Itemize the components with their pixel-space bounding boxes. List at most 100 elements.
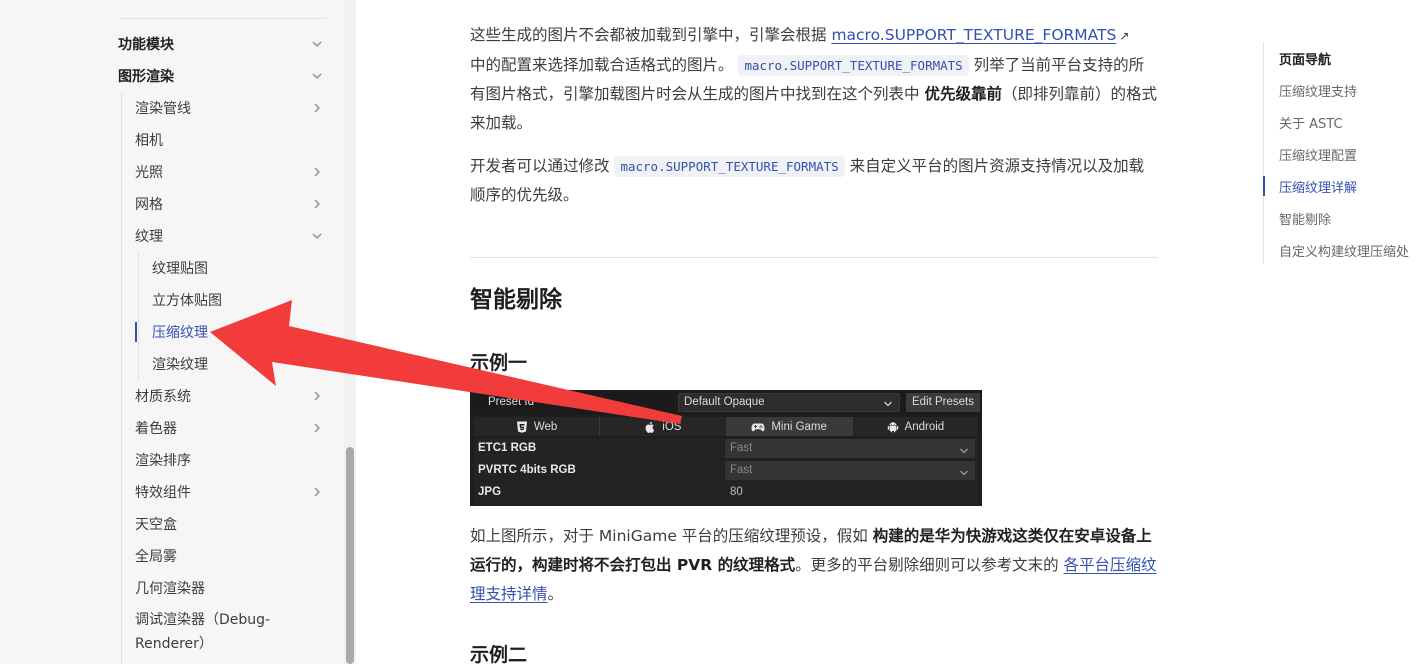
sidebar-item-render-texture[interactable]: 渲染纹理 xyxy=(152,348,328,380)
toc-title: 页面导航 xyxy=(1279,53,1332,68)
sidebar-scrollbar-thumb[interactable] xyxy=(346,447,354,664)
quality-select-value: Fast xyxy=(730,442,753,454)
sidebar-item-shader[interactable]: 着色器 xyxy=(135,412,328,444)
paragraph-custom-formats: 开发者可以通过修改 macro.SUPPORT_TEXTURE_FORMATS … xyxy=(470,152,1158,210)
sidebar-item-label: 光照 xyxy=(135,165,163,181)
apple-icon xyxy=(644,421,656,433)
paragraph-texture-loading: 这些生成的图片不会都被加载到引擎中，引擎会根据 macro.SUPPORT_TE… xyxy=(470,21,1158,138)
sidebar-item-label: 调试渲染器（Debug-Renderer） xyxy=(135,612,271,652)
text: 。更多的平台剔除细则可以参考文末的 xyxy=(795,556,1064,574)
sidebar-item-graphics[interactable]: 图形渲染 xyxy=(118,60,328,92)
tab-web[interactable]: Web xyxy=(474,417,601,436)
sidebar-item-mesh[interactable]: 网格 xyxy=(135,188,328,220)
edit-presets-button[interactable]: Edit Presets xyxy=(906,393,980,412)
sidebar-item-label: 渲染管线 xyxy=(135,101,191,117)
text: 。 xyxy=(547,585,564,603)
bold-text: 优先级靠前 xyxy=(924,85,1002,103)
sidebar-item-render-pipeline[interactable]: 渲染管线 xyxy=(135,92,328,124)
tab-android[interactable]: Android xyxy=(853,417,978,436)
platform-tabs: Web iOS Mini Game Android xyxy=(474,417,978,436)
sidebar-item-lighting[interactable]: 光照 xyxy=(135,156,328,188)
support-formats-link[interactable]: macro.SUPPORT_TEXTURE_FORMATS xyxy=(831,26,1116,44)
tab-label: iOS xyxy=(662,420,682,433)
sidebar-item-skybox[interactable]: 天空盒 xyxy=(135,508,328,540)
sidebar-item-texture[interactable]: 纹理 xyxy=(135,220,328,252)
option-label: JPG xyxy=(478,486,502,498)
toc-item[interactable]: 自定义构建纹理压缩处 xyxy=(1279,241,1409,260)
option-row-etc1: ETC1 RGB Fast xyxy=(474,438,978,459)
quality-select[interactable]: Fast xyxy=(725,461,975,480)
option-row-jpg: JPG 80 xyxy=(474,482,978,503)
sidebar-item-effects[interactable]: 特效组件 xyxy=(135,476,328,508)
sidebar-guide-line xyxy=(138,252,139,380)
sidebar-item-label: 渲染排序 xyxy=(135,453,191,469)
sidebar-item-debug-renderer[interactable]: 调试渲染器（Debug-Renderer） xyxy=(135,608,285,658)
option-row-pvrtc: PVRTC 4bits RGB Fast xyxy=(474,460,978,481)
chevron-right-icon[interactable] xyxy=(310,485,324,499)
quality-value[interactable]: 80 xyxy=(730,486,743,498)
chevron-right-icon[interactable] xyxy=(310,389,324,403)
chevron-right-icon[interactable] xyxy=(310,197,324,211)
heading-example-two: 示例二 xyxy=(470,644,528,664)
chevron-right-icon[interactable] xyxy=(310,165,324,179)
heading-example-one: 示例一 xyxy=(470,352,528,374)
text: 如上图所示，对于 MiniGame 平台的压缩纹理预设，假如 xyxy=(470,527,873,545)
sidebar-guide-line xyxy=(121,92,122,664)
sidebar-item-label: 相机 xyxy=(135,133,163,149)
sidebar-divider xyxy=(118,18,326,19)
tab-label: Web xyxy=(533,420,558,433)
sidebar-item-texture-map[interactable]: 纹理贴图 xyxy=(152,252,328,284)
quality-select[interactable]: Fast xyxy=(725,439,975,458)
sidebar-item-fog[interactable]: 全局雾 xyxy=(135,540,328,572)
toc-item[interactable]: 压缩纹理配置 xyxy=(1279,145,1357,164)
preset-select[interactable]: Default Opaque xyxy=(678,393,900,412)
sidebar-item-label: 功能模块 xyxy=(118,37,174,53)
sidebar-item-label: 纹理 xyxy=(135,229,163,245)
sidebar-item-label: 几何渲染器 xyxy=(135,581,205,597)
tab-label: Mini Game xyxy=(771,420,827,433)
android-icon xyxy=(887,421,899,433)
quality-select-value: Fast xyxy=(730,464,753,476)
chevron-down-icon xyxy=(959,466,969,476)
toc-item[interactable]: 智能剔除 xyxy=(1279,209,1331,228)
toc-item[interactable]: 压缩纹理支持 xyxy=(1279,81,1357,100)
sidebar-item-label: 着色器 xyxy=(135,421,177,437)
tab-mini-game[interactable]: Mini Game xyxy=(726,417,853,436)
tab-ios[interactable]: iOS xyxy=(600,417,727,436)
preset-id-label: Preset Id xyxy=(488,396,535,408)
section-divider xyxy=(470,257,1158,258)
html5-icon xyxy=(516,421,528,433)
chevron-right-icon[interactable] xyxy=(310,421,324,435)
sidebar-item-geometry-renderer[interactable]: 几何渲染器 xyxy=(135,572,328,604)
sidebar-item-label: 网格 xyxy=(135,197,163,213)
text: 中的配置来选择加载合适格式的图片。 xyxy=(470,56,734,74)
sidebar-item-features[interactable]: 功能模块 xyxy=(118,28,328,60)
sidebar-item-label: 压缩纹理 xyxy=(152,325,208,341)
toc-active-indicator xyxy=(1263,176,1265,196)
sidebar-active-indicator xyxy=(135,322,137,342)
chevron-down-icon xyxy=(959,444,969,454)
sidebar-item-compressed-texture[interactable]: 压缩纹理 xyxy=(152,316,328,348)
sidebar-item-material[interactable]: 材质系统 xyxy=(135,380,328,412)
sidebar-item-label: 材质系统 xyxy=(135,389,191,405)
gamepad-icon xyxy=(751,421,765,433)
heading-smart-culling: 智能剔除 xyxy=(470,287,562,313)
chevron-down-icon[interactable] xyxy=(310,229,324,243)
text: 这些生成的图片不会都被加载到引擎中，引擎会根据 xyxy=(470,26,832,44)
option-label: ETC1 RGB xyxy=(478,442,537,454)
toc-item-active[interactable]: 压缩纹理详解 xyxy=(1279,177,1357,196)
sidebar-item-render-order[interactable]: 渲染排序 xyxy=(135,444,328,476)
sidebar-item-camera[interactable]: 相机 xyxy=(135,124,328,156)
toc-item[interactable]: 关于 ASTC xyxy=(1279,113,1343,132)
sidebar-item-label: 纹理贴图 xyxy=(152,261,208,277)
inline-code: macro.SUPPORT_TEXTURE_FORMATS xyxy=(738,55,969,76)
text: 开发者可以通过修改 xyxy=(470,157,615,175)
sidebar-item-label: 立方体贴图 xyxy=(152,293,222,309)
chevron-down-icon[interactable] xyxy=(310,69,324,83)
page-toc: 页面导航 压缩纹理支持 关于 ASTC 压缩纹理配置 压缩纹理详解 智能剔除 自… xyxy=(1263,42,1417,272)
sidebar-item-label: 渲染纹理 xyxy=(152,357,208,373)
chevron-down-icon[interactable] xyxy=(310,37,324,51)
chevron-right-icon[interactable] xyxy=(310,101,324,115)
preset-row: Preset Id Default Opaque Edit Presets xyxy=(470,390,982,415)
sidebar-item-cubemap[interactable]: 立方体贴图 xyxy=(152,284,328,316)
